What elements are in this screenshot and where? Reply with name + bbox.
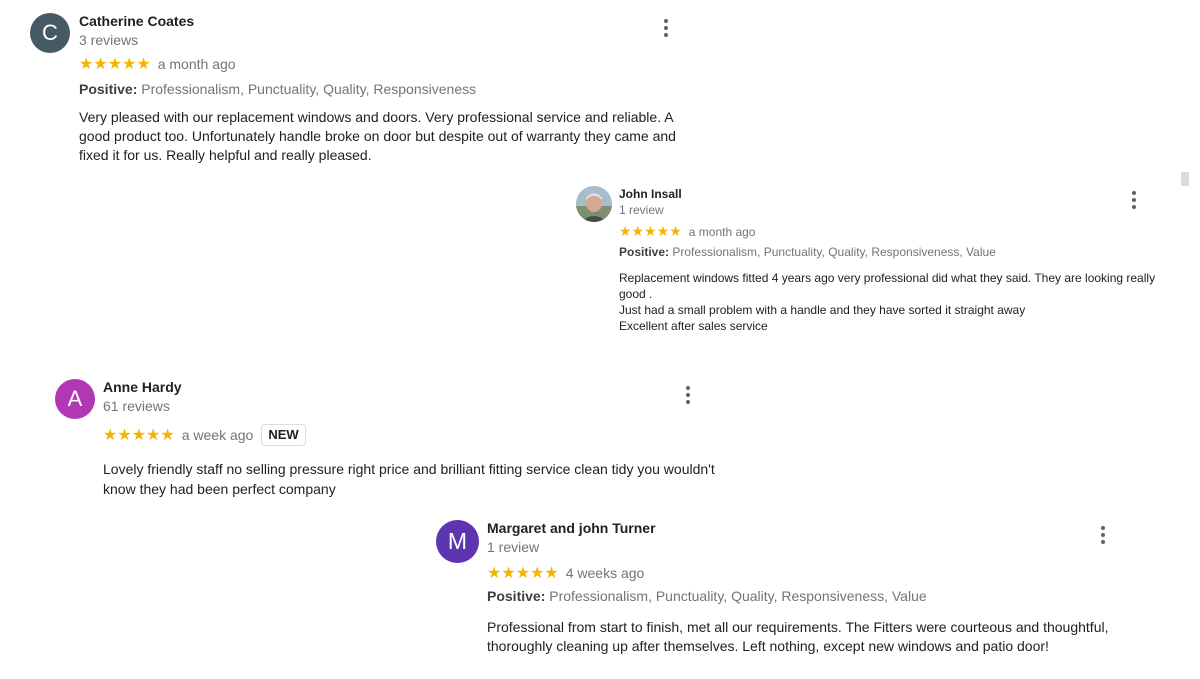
positive-attributes: Positive: Professionalism, Punctuality, … [487,588,927,604]
star-rating: ★★★★★ [103,427,175,444]
dot [1101,540,1105,544]
positive-values: Professionalism, Punctuality, Quality, R… [672,245,996,259]
dot [664,26,668,30]
more-vert-icon [1132,191,1136,195]
review-text: Very pleased with our replacement window… [79,109,676,163]
review-text: Lovely friendly staff no selling pressur… [103,461,715,497]
dot [1101,533,1105,537]
review-count[interactable]: 1 review [619,203,664,217]
more-vert-icon [664,19,668,23]
more-options-button[interactable] [676,383,700,407]
dot [1132,205,1136,209]
positive-values: Professionalism, Punctuality, Quality, R… [549,588,927,604]
review-date: 4 weeks ago [565,565,645,581]
dot [686,393,690,397]
positive-label: Positive: [79,81,138,97]
review-text: Replacement windows fitted 4 years ago v… [619,270,1159,334]
new-badge: NEW [261,424,306,446]
review-text-line: Excellent after sales service [619,319,768,333]
rating-row: ★★★★★ a month ago [619,223,755,240]
dot [664,33,668,37]
review-count[interactable]: 61 reviews [103,398,170,414]
rating-row: ★★★★★ 4 weeks ago [487,563,644,583]
rating-row: ★★★★★ a month ago [79,54,236,74]
positive-attributes: Positive: Professionalism, Punctuality, … [619,245,996,259]
reviewer-name[interactable]: John Insall [619,187,682,201]
review-card: A Anne Hardy 61 reviews ★★★★★ a week ago… [0,370,740,510]
star-rating: ★★★★★ [487,565,559,582]
avatar[interactable]: A [55,379,95,419]
dot [686,400,690,404]
rating-row: ★★★★★ a week ago NEW [103,424,306,446]
review-text-line: Just had a small problem with a handle a… [619,303,1026,317]
more-vert-icon [1101,526,1105,530]
more-options-button[interactable] [654,16,678,40]
user-photo[interactable] [576,186,612,222]
positive-values: Professionalism, Punctuality, Quality, R… [141,81,477,97]
reviewer-name[interactable]: Anne Hardy [103,379,182,395]
review-text-line: Replacement windows fitted 4 years ago v… [619,271,1156,301]
profile-photo-icon [576,186,612,222]
avatar[interactable]: C [30,13,70,53]
review-card: John Insall 1 review ★★★★★ a month ago P… [560,180,1160,340]
dot [1132,198,1136,202]
review-card: C Catherine Coates 3 reviews ★★★★★ a mon… [0,0,700,170]
review-date: a week ago [181,427,254,443]
avatar[interactable]: M [436,520,479,563]
review-count[interactable]: 3 reviews [79,32,138,48]
review-card: M Margaret and john Turner 1 review ★★★★… [420,510,1140,670]
more-options-button[interactable] [1122,188,1146,212]
positive-label: Positive: [487,588,546,604]
review-date: a month ago [688,224,756,239]
positive-attributes: Positive: Professionalism, Punctuality, … [79,81,476,97]
more-options-button[interactable] [1091,523,1115,547]
positive-label: Positive: [619,245,670,259]
star-rating: ★★★★★ [79,56,151,73]
star-rating: ★★★★★ [619,223,682,239]
review-date: a month ago [157,56,236,72]
scrollbar-thumb[interactable] [1181,172,1189,186]
reviewer-name[interactable]: Margaret and john Turner [487,520,656,536]
reviewer-name[interactable]: Catherine Coates [79,13,194,29]
review-count[interactable]: 1 review [487,539,539,555]
more-vert-icon [686,386,690,390]
review-text: Professional from start to finish, met a… [487,619,1109,654]
